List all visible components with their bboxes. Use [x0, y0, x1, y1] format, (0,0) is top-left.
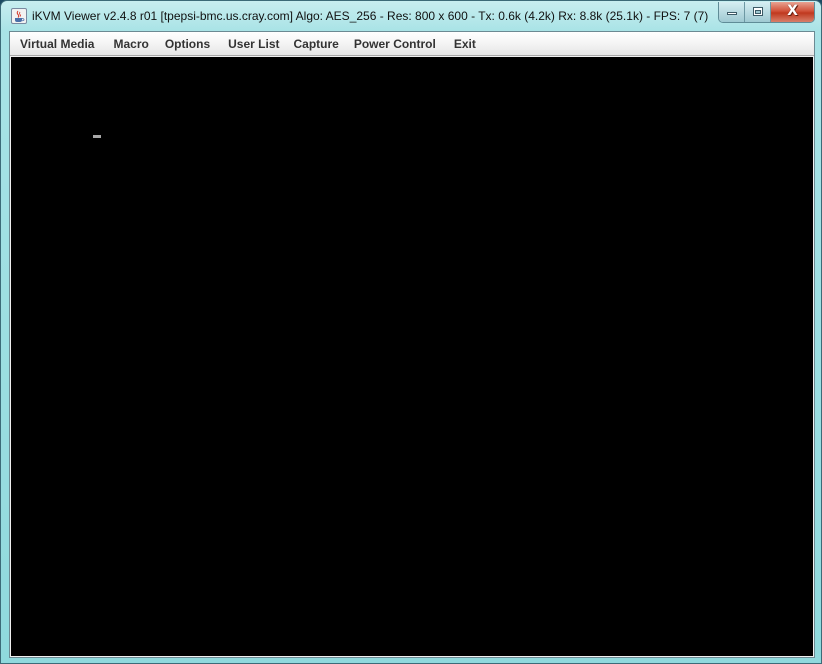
window-controls: X: [718, 2, 815, 23]
remote-console-screen[interactable]: [11, 57, 813, 656]
menu-virtual-media[interactable]: Virtual Media: [10, 37, 101, 51]
title-bar[interactable]: iKVM Viewer v2.4.8 r01 [tpepsi-bmc.us.cr…: [1, 1, 821, 31]
menu-macro[interactable]: Macro: [101, 37, 156, 51]
menu-user-list[interactable]: User List: [219, 37, 286, 51]
close-button[interactable]: X: [771, 2, 814, 22]
menu-bar: Virtual Media Macro Options User List Ca…: [10, 32, 814, 56]
maximize-button[interactable]: [745, 2, 771, 22]
text-cursor: [93, 135, 101, 138]
minimize-icon: [727, 12, 737, 15]
menu-capture[interactable]: Capture: [287, 37, 346, 51]
maximize-icon: [753, 7, 763, 16]
ikvm-viewer-window: iKVM Viewer v2.4.8 r01 [tpepsi-bmc.us.cr…: [0, 0, 822, 664]
menu-power-control[interactable]: Power Control: [346, 37, 445, 51]
java-cup-icon[interactable]: [11, 8, 27, 24]
menu-exit[interactable]: Exit: [445, 37, 483, 51]
menu-options[interactable]: Options: [157, 37, 219, 51]
minimize-button[interactable]: [719, 2, 745, 22]
window-title: iKVM Viewer v2.4.8 r01 [tpepsi-bmc.us.cr…: [32, 9, 709, 23]
viewer-client-area: Virtual Media Macro Options User List Ca…: [9, 31, 815, 658]
close-icon: X: [787, 3, 798, 19]
